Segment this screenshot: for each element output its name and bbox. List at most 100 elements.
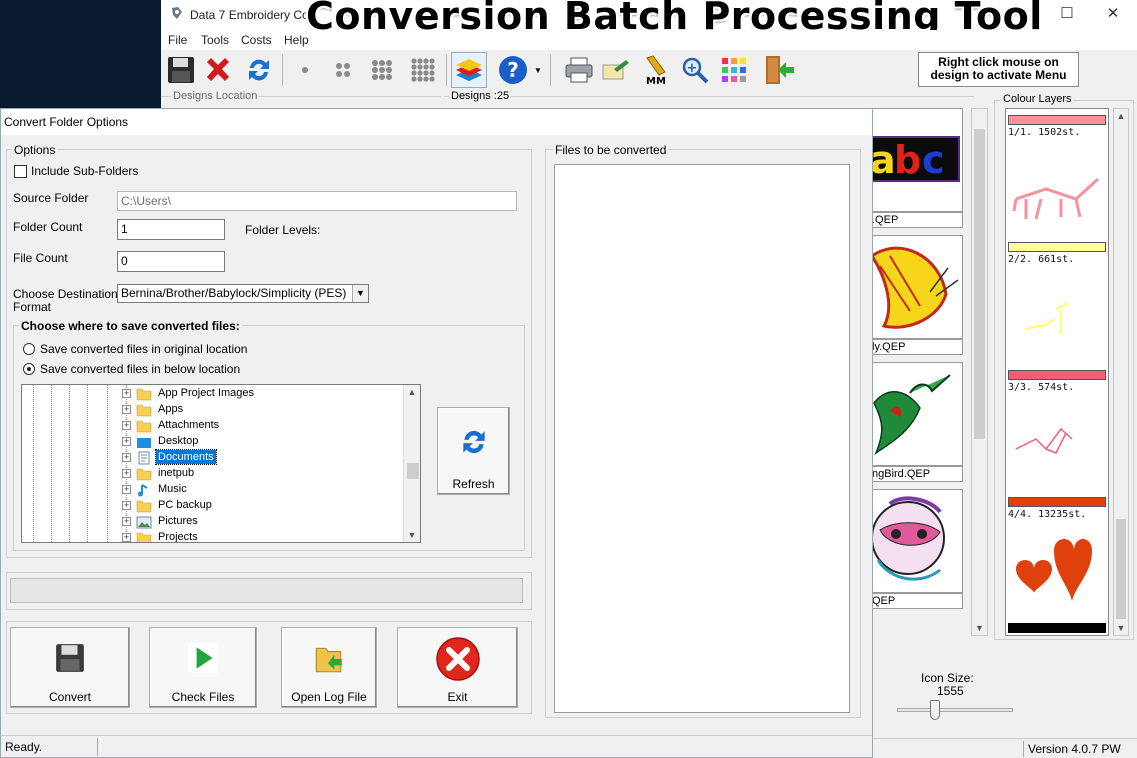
folder-tree-label[interactable]: Music [156,482,189,496]
source-folder-field[interactable]: C:\Users\ [117,191,517,211]
check-files-button[interactable]: Check Files [149,627,257,708]
folder-tree-label[interactable]: inetpub [156,466,196,480]
scroll-down-arrow[interactable]: ▼ [1114,623,1128,633]
save-original-label[interactable]: Save converted files in original locatio… [40,342,247,356]
expand-plus-icon[interactable]: + [122,469,131,478]
color-grid-icon[interactable] [716,52,752,88]
layer-color-swatch[interactable] [1008,115,1106,125]
folder-tree-item[interactable]: + inetpub [22,466,402,482]
expand-plus-icon[interactable]: + [122,533,131,542]
expand-plus-icon[interactable]: + [122,453,131,462]
convert-button[interactable]: Convert [10,627,130,708]
folder-tree-item[interactable]: + Music [22,482,402,498]
folder-tree-item[interactable]: + Apps [22,402,402,418]
design-thumbnail[interactable] [869,362,963,466]
dropdown-icon[interactable]: ▼ [534,66,544,76]
expand-plus-icon[interactable]: + [122,405,131,414]
scroll-down-arrow[interactable]: ▼ [404,530,420,540]
folder-tree-scrollbar[interactable]: ▲ ▼ [403,385,420,542]
expand-plus-icon[interactable]: + [122,501,131,510]
folder-tree-label[interactable]: Desktop [156,434,200,448]
folder-tree-item[interactable]: + Projects [22,530,402,542]
menu-help[interactable]: Help [284,33,309,47]
scroll-up-arrow[interactable]: ▲ [404,387,420,397]
expand-plus-icon[interactable]: + [122,485,131,494]
folder-tree-label[interactable]: Documents [155,449,217,465]
folder-tree-label[interactable]: App Project Images [156,386,256,400]
slider-thumb[interactable] [930,700,940,720]
layer-label[interactable]: 4/4. 13235st. [1008,509,1086,520]
folder-tree-label[interactable]: Pictures [156,514,200,528]
colour-layers-scrollbar[interactable]: ▲ ▼ [1113,108,1129,636]
folder-tree[interactable]: + App Project Images + Apps + Attachments + Des… [21,384,421,543]
expand-plus-icon[interactable]: + [122,389,131,398]
expand-plus-icon[interactable]: + [122,421,131,430]
chevron-down-icon[interactable]: ▼ [352,285,368,302]
layer-color-swatch[interactable] [1008,242,1106,252]
xlarge-dots-icon[interactable] [405,52,441,88]
small-dot-icon[interactable] [287,52,323,88]
refresh-icon[interactable] [241,52,277,88]
layer-label[interactable]: 2/2. 661st. [1008,254,1074,265]
design-name[interactable]: ngBird.QEP [869,466,963,482]
folder-tree-item[interactable]: + Attachments [22,418,402,434]
folder-tree-label[interactable]: PC backup [156,498,214,512]
icon-size-slider[interactable] [897,700,1013,720]
scrollbar-thumb[interactable] [407,463,419,479]
measure-mm-icon[interactable]: MM [638,52,674,88]
files-list[interactable] [554,164,850,713]
layer-label[interactable]: 1/1. 1502st. [1008,127,1080,138]
folder-tree-item[interactable]: + Desktop [22,434,402,450]
scroll-down-arrow[interactable]: ▼ [972,623,987,633]
exit-button[interactable]: Exit [397,627,518,708]
file-count-field[interactable]: 0 [117,251,225,272]
save-icon[interactable] [163,52,199,88]
medium-dots-icon[interactable] [325,52,361,88]
menu-file[interactable]: File [168,33,187,47]
help-icon[interactable]: ? [495,52,531,88]
expand-plus-icon[interactable]: + [122,517,131,526]
layer-color-swatch[interactable] [1008,623,1106,633]
design-name[interactable]: .QEP [869,212,963,228]
save-below-label[interactable]: Save converted files in below location [40,362,240,376]
export-icon[interactable] [598,52,634,88]
include-subfolders-checkbox[interactable] [14,165,27,178]
folder-tree-item[interactable]: + Documents [22,449,402,466]
destination-format-select[interactable]: Bernina/Brother/Babylock/Simplicity (PES… [117,284,369,303]
folder-tree-label[interactable]: Attachments [156,418,221,432]
exit-door-icon[interactable] [761,52,797,88]
folder-tree-label[interactable]: Apps [156,402,185,416]
scroll-up-arrow[interactable]: ▲ [1114,111,1128,121]
design-thumbnail[interactable] [869,235,963,339]
folder-count-field[interactable]: 1 [117,219,225,240]
print-icon[interactable] [561,52,597,88]
folder-tree-item[interactable]: + App Project Images [22,386,402,402]
layer-color-swatch[interactable] [1008,370,1106,380]
expand-plus-icon[interactable]: + [122,437,131,446]
folder-tree-item[interactable]: + Pictures [22,514,402,530]
large-dots-icon[interactable] [364,52,400,88]
layers-icon[interactable] [451,52,487,88]
design-thumbnail[interactable] [869,489,963,593]
menu-costs[interactable]: Costs [241,33,272,47]
delete-icon[interactable] [200,52,236,88]
designs-scrollbar[interactable]: ▼ [971,108,988,636]
zoom-icon[interactable]: + [677,52,713,88]
folder-tree-item[interactable]: + PC backup [22,498,402,514]
include-subfolders-label[interactable]: Include Sub-Folders [31,164,138,178]
scrollbar-thumb[interactable] [1116,519,1126,619]
design-name[interactable]: ly.QEP [869,339,963,355]
open-log-button[interactable]: Open Log File [281,627,377,708]
layer-color-swatch[interactable] [1008,497,1106,507]
close-window-button[interactable]: ✕ [1090,0,1136,30]
menu-tools[interactable]: Tools [201,33,229,47]
refresh-button[interactable]: Refresh [437,407,510,495]
design-thumbnail[interactable]: a b c [869,108,963,212]
layer-label[interactable]: 3/3. 574st. [1008,382,1074,393]
save-below-radio[interactable] [23,363,35,375]
design-name[interactable]: QEP [869,593,963,609]
save-original-radio[interactable] [23,343,35,355]
maximize-button[interactable]: ☐ [1044,0,1090,30]
folder-tree-label[interactable]: Projects [156,530,200,542]
scrollbar-thumb[interactable] [974,129,985,439]
